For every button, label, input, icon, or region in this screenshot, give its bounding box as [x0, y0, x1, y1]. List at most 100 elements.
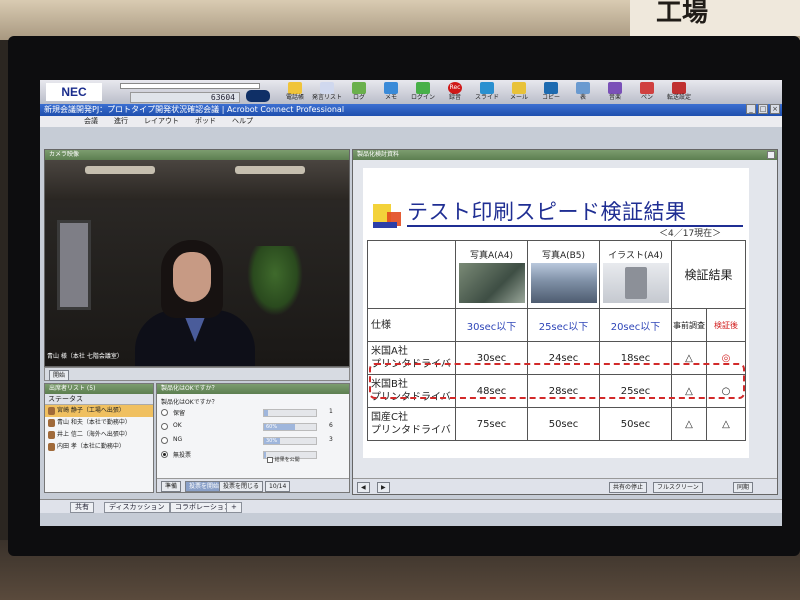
spec-label: 仕様: [367, 308, 456, 342]
open-poll-button[interactable]: 投票を開始: [185, 481, 224, 492]
poll-count: 3: [329, 436, 333, 443]
radio-button[interactable]: [161, 451, 168, 458]
toolbar-speaker-list-button[interactable]: 発言リスト: [312, 81, 342, 103]
attendee-name: 内田 孝（本社に勤務中）: [57, 443, 125, 450]
video-pod-footer: 開始: [44, 367, 350, 381]
publish-checkbox[interactable]: 結果を公開: [267, 456, 300, 463]
result-header: 検証結果: [670, 240, 747, 309]
copy-icon: [544, 82, 558, 94]
video-pod-title: カメラ映像: [45, 150, 349, 160]
toolbar-buttons: 電話帳 発言リスト ログ メモ ログイン Rec 録音 スライド メール コピー表音楽ペン 転送設定: [280, 81, 694, 103]
toolbar-label: スライド: [474, 94, 499, 101]
toolbar-label: 録音: [448, 94, 461, 101]
speaker-list-icon: [320, 82, 334, 94]
poll-page-indicator: 10/14: [265, 481, 291, 492]
attendee-row[interactable]: 井上 信二（海外へ出張中）: [45, 429, 153, 441]
close-poll-button[interactable]: 投票を閉じる: [219, 481, 264, 492]
background-window: [57, 220, 91, 310]
fullscreen-button[interactable]: フルスクリーン: [653, 482, 703, 493]
pre-check-header: 事前調査: [671, 308, 707, 342]
poll-options: 保留 1 OK 60% 6 NG 30% 3 無投票: [157, 406, 349, 462]
video-pod: カメラ映像 青山 様（本社 七階会議室）: [44, 149, 350, 367]
checkbox-icon: [267, 456, 273, 463]
user-icon: [48, 419, 55, 427]
spec-value: 20sec以下: [599, 308, 672, 342]
stop-share-button[interactable]: 共有の停止: [609, 482, 648, 493]
toolbar-phonebook-button[interactable]: 電話帳: [280, 81, 310, 103]
menu-progress[interactable]: 進行: [114, 116, 128, 127]
attendee-row[interactable]: 青山 和夫（本社で勤務中）: [45, 417, 153, 429]
toolbar-label: 電話帳: [285, 94, 304, 101]
attendee-row[interactable]: 宮崎 静子（工場へ出張）: [45, 405, 153, 417]
sync-button[interactable]: 同期: [733, 482, 754, 493]
poll-result-fill: 30%: [264, 438, 280, 444]
poll-option[interactable]: 保留 1: [157, 406, 349, 420]
toolbar-label: 発言リスト: [312, 94, 343, 101]
next-slide-button[interactable]: ▶: [377, 482, 390, 493]
vendor-cell: 国産C社 プリンタドライバ: [367, 407, 456, 441]
poll-option[interactable]: 無投票: [157, 448, 349, 462]
radio-button[interactable]: [161, 423, 168, 430]
poll-prepare-button[interactable]: 準備: [161, 481, 182, 492]
menu-layout[interactable]: レイアウト: [144, 116, 179, 127]
pen-icon: [640, 82, 654, 94]
column-header: 写真A(B5): [527, 240, 600, 309]
toolbar-table-button[interactable]: 表: [568, 81, 598, 103]
attendee-row[interactable]: 内田 孝（本社に勤務中）: [45, 441, 153, 453]
tab-share[interactable]: 共有: [70, 502, 94, 513]
menu-pods[interactable]: ポッド: [195, 116, 216, 127]
attendee-list: 宮崎 静子（工場へ出張） 青山 和夫（本社で勤務中） 井上 信二（海外へ出張中） 内田…: [45, 405, 153, 453]
camera-feed: 青山 様（本社 七階会議室）: [45, 160, 349, 366]
column-label: 写真A(A4): [469, 251, 514, 261]
toolbar-pen-button[interactable]: ペン: [632, 81, 662, 103]
minimize-button[interactable]: _: [746, 104, 756, 114]
menu-meeting[interactable]: 会議: [84, 116, 98, 127]
toolbar-forward-button[interactable]: 転送設定: [664, 81, 694, 103]
menu-help[interactable]: ヘルプ: [232, 116, 253, 127]
toolbar-label: ログイン: [410, 94, 435, 101]
phone-icon[interactable]: [246, 90, 270, 102]
table-icon: [576, 82, 590, 94]
toolbar-memo-button[interactable]: メモ: [376, 81, 406, 103]
attendee-name: 井上 信二（海外へ出張中）: [57, 431, 131, 438]
add-layout-button[interactable]: +: [226, 502, 242, 513]
monitor-screen: NEC 63604 電話帳 発言リスト ログ メモ ログイン Rec 録音 スライド メール コピ…: [40, 80, 782, 526]
vendor-name: 国産C社: [371, 412, 408, 423]
radio-button[interactable]: [161, 409, 168, 416]
attendees-pod: 出席者リスト (5) ステータス 宮崎 静子（工場へ出張） 青山 和夫（本社で勤務…: [44, 383, 154, 493]
volume-slider[interactable]: [120, 83, 260, 89]
publish-label: 結果を公開: [274, 457, 300, 463]
radio-button[interactable]: [161, 437, 168, 444]
time-cell: 50sec: [599, 407, 672, 441]
toolbar-copy-button[interactable]: コピー: [536, 81, 566, 103]
tab-discussion[interactable]: ディスカッション: [104, 502, 170, 513]
video-caption: 青山 様（本社 七階会議室）: [47, 353, 123, 360]
toolbar-log-button[interactable]: ログ: [344, 81, 374, 103]
close-button[interactable]: ×: [770, 104, 780, 114]
post-check-cell: △: [705, 407, 747, 441]
phonebook-icon: [288, 82, 302, 94]
poll-option[interactable]: OK 60% 6: [157, 420, 349, 434]
status-header[interactable]: ステータス: [45, 394, 153, 405]
maximize-button[interactable]: □: [758, 104, 768, 114]
toolbar-slide-button[interactable]: スライド: [472, 81, 502, 103]
poll-option-label: 保留: [173, 410, 186, 417]
music-icon: [608, 82, 622, 94]
workspace: カメラ映像 青山 様（本社 七階会議室） 開始 出席者リスト (5) ステータス…: [40, 127, 782, 526]
vendor-name: 米国A社: [371, 346, 408, 357]
prev-slide-button[interactable]: ◀: [357, 482, 370, 493]
toolbar-record-button[interactable]: Rec 録音: [440, 81, 470, 103]
toolbar-mail-button[interactable]: メール: [504, 81, 534, 103]
attendee-name: 宮崎 静子（工場へ出張）: [57, 407, 125, 414]
as-of-date: ＜4／17現在＞: [659, 229, 722, 239]
pod-menu-icon[interactable]: [767, 151, 775, 159]
toolbar-login-button[interactable]: ログイン: [408, 81, 438, 103]
poll-result-bar: 30%: [263, 437, 317, 445]
toolbar-music-button[interactable]: 音楽: [600, 81, 630, 103]
toolbar-label: ペン: [640, 94, 653, 101]
spec-value: 25sec以下: [527, 308, 600, 342]
window-title: 新規会議開発PJ：プロトタイプ開発状況確認会議 | Acrobot Connec…: [40, 104, 782, 116]
poll-result-fill: 60%: [264, 424, 296, 430]
start-camera-button[interactable]: 開始: [49, 370, 70, 381]
poll-option[interactable]: NG 30% 3: [157, 434, 349, 448]
